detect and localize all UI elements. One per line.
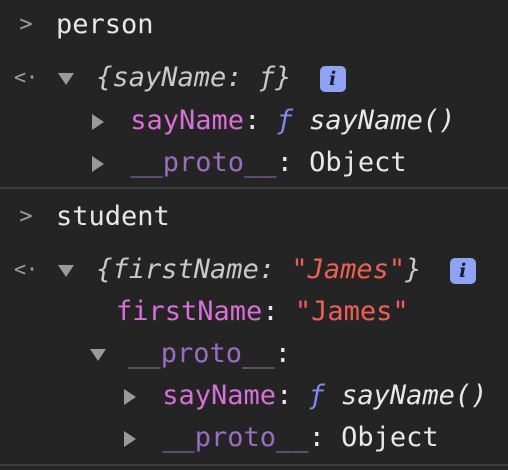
input-prompt-icon: >: [19, 12, 33, 37]
expand-arrow-icon[interactable]: [124, 388, 136, 405]
property-key: sayName: [130, 105, 245, 136]
property-colon: :: [262, 296, 279, 327]
object-preview-open: {firstName:: [96, 254, 292, 285]
property-key: __proto__: [162, 422, 309, 453]
property-colon: :: [276, 380, 293, 411]
expand-arrow-icon[interactable]: [90, 348, 106, 361]
input-text: student: [56, 201, 170, 232]
expand-arrow-icon[interactable]: [58, 72, 74, 85]
object-preview-close: }: [405, 254, 422, 285]
property-colon: :: [244, 105, 261, 136]
property-colon: :: [274, 338, 291, 369]
result-prompt-icon: <·: [14, 257, 39, 281]
result-object-person[interactable]: {sayName: ƒ} i: [58, 58, 346, 98]
property-key: firstName: [116, 296, 263, 327]
function-icon: ƒ: [308, 380, 325, 411]
property-colon: :: [276, 147, 293, 178]
console-divider: [0, 464, 508, 466]
info-icon[interactable]: i: [449, 257, 476, 284]
input-text: person: [56, 9, 154, 40]
input-prompt-icon: >: [19, 204, 33, 229]
property-value: "James": [294, 296, 409, 327]
expand-arrow-icon[interactable]: [92, 113, 104, 130]
property-row-sayName[interactable]: sayName: ƒ sayName(): [124, 376, 487, 416]
expand-arrow-icon[interactable]: [58, 264, 74, 277]
console-input-person[interactable]: person: [56, 5, 154, 45]
expand-arrow-icon[interactable]: [124, 430, 136, 447]
result-prompt-icon: <·: [14, 65, 39, 89]
function-signature: sayName(): [341, 380, 488, 411]
property-value: Object: [309, 147, 407, 178]
property-key: sayName: [162, 380, 277, 411]
property-row-firstName[interactable]: firstName: "James": [116, 292, 409, 332]
property-key: __proto__: [128, 338, 275, 369]
property-key: __proto__: [130, 147, 277, 178]
property-row-proto[interactable]: __proto__:: [90, 334, 291, 374]
property-row-proto[interactable]: __proto__: Object: [124, 418, 439, 458]
function-icon: ƒ: [276, 105, 293, 136]
result-object-student[interactable]: {firstName: "James"} i: [58, 250, 476, 290]
object-preview: {sayName: ƒ}: [96, 62, 292, 93]
console-divider: [0, 187, 508, 189]
property-value: Object: [341, 422, 439, 453]
property-colon: :: [308, 422, 325, 453]
info-icon[interactable]: i: [319, 65, 346, 92]
expand-arrow-icon[interactable]: [92, 155, 104, 172]
property-row-proto[interactable]: __proto__: Object: [92, 143, 407, 183]
property-row-sayName[interactable]: sayName: ƒ sayName(): [92, 101, 455, 141]
console-input-student[interactable]: student: [56, 197, 170, 237]
function-signature: sayName(): [309, 105, 456, 136]
object-preview-string: "James": [291, 254, 406, 285]
